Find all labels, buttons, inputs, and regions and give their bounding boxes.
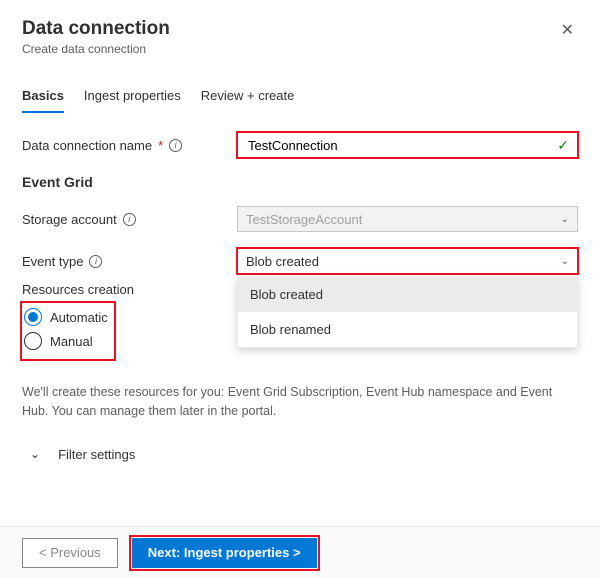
chevron-down-icon: ⌄ [561, 214, 569, 225]
conn-name-field-wrap: ✓ [237, 132, 578, 158]
chevron-down-icon: ⌄ [30, 447, 40, 461]
event-type-select[interactable]: Blob created ⌄ [237, 248, 578, 274]
storage-account-value: TestStorageAccount [246, 212, 362, 227]
tab-basics[interactable]: Basics [22, 82, 64, 113]
radio-manual-label: Manual [50, 334, 93, 349]
page-title: Data connection [22, 18, 170, 40]
radio-circle-icon [24, 308, 42, 326]
info-icon[interactable]: i [89, 255, 102, 268]
page-subtitle: Create data connection [22, 42, 170, 56]
conn-name-input[interactable] [246, 137, 557, 154]
close-icon[interactable]: ✕ [557, 18, 578, 42]
conn-name-label: Data connection name [22, 138, 152, 153]
info-icon[interactable]: i [123, 213, 136, 226]
radio-automatic[interactable]: Automatic [24, 305, 108, 329]
previous-button[interactable]: < Previous [22, 538, 118, 568]
filter-settings-toggle[interactable]: ⌄ Filter settings [22, 439, 578, 478]
section-event-grid: Event Grid [22, 174, 578, 190]
event-type-value: Blob created [246, 254, 319, 269]
info-icon[interactable]: i [169, 139, 182, 152]
radio-circle-icon [24, 332, 42, 350]
next-button[interactable]: Next: Ingest properties > [132, 538, 317, 568]
resources-creation-label: Resources creation [22, 282, 237, 297]
event-type-dropdown: Blob created Blob renamed [237, 276, 578, 348]
radio-automatic-label: Automatic [50, 310, 108, 325]
dropdown-option-blob-created[interactable]: Blob created [238, 277, 577, 312]
storage-account-select[interactable]: TestStorageAccount ⌄ [237, 206, 578, 232]
tab-bar: Basics Ingest properties Review + create [22, 82, 578, 114]
dropdown-option-blob-renamed[interactable]: Blob renamed [238, 312, 577, 347]
chevron-down-icon: ⌄ [561, 256, 569, 267]
filter-settings-label: Filter settings [58, 447, 135, 462]
tab-review-create[interactable]: Review + create [201, 82, 295, 113]
help-text: We'll create these resources for you: Ev… [22, 383, 578, 421]
tab-ingest-properties[interactable]: Ingest properties [84, 82, 181, 113]
event-type-label: Event type [22, 254, 83, 269]
radio-manual[interactable]: Manual [24, 329, 108, 353]
required-asterisk: * [158, 138, 163, 153]
storage-account-label: Storage account [22, 212, 117, 227]
resources-creation-radio-group: Automatic Manual [22, 303, 114, 359]
check-icon: ✓ [557, 137, 569, 154]
footer-bar: < Previous Next: Ingest properties > [0, 526, 600, 578]
